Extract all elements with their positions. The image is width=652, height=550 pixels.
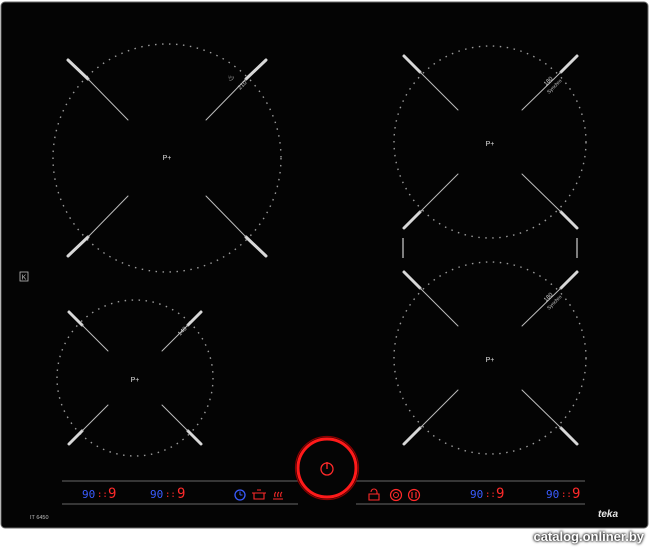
svg-text:K: K (22, 275, 27, 282)
separator-dots: :: (97, 490, 108, 500)
brand-logo: teka (598, 509, 618, 520)
zone-power-label: P+ (486, 357, 495, 364)
timer-readout: 90 (82, 488, 95, 501)
power-level-readout: 9 (108, 486, 116, 502)
timer-readout: 90 (546, 488, 559, 501)
separator-dots: :: (485, 490, 496, 500)
power-level-readout: 9 (177, 486, 185, 502)
power-level-readout: 9 (496, 486, 504, 502)
zone-power-label: P+ (131, 377, 140, 384)
separator-dots: :: (165, 490, 176, 500)
separator-dots: :: (561, 490, 572, 500)
model-label: IT 6450 (30, 515, 49, 521)
zone-power-label: P+ (486, 141, 495, 148)
power-button[interactable] (294, 435, 360, 501)
power-level-readout: 9 (572, 486, 580, 502)
timer-readout: 90 (470, 488, 483, 501)
watermark-text: catalog.onliner.by (533, 529, 644, 544)
zone-power-label: P+ (163, 155, 172, 162)
timer-readout: 90 (150, 488, 163, 501)
cooktop-glass-panel: P+ 210 ♨ P+ 140 P+ 180 Synchro P+ 180 Sy… (0, 0, 652, 550)
